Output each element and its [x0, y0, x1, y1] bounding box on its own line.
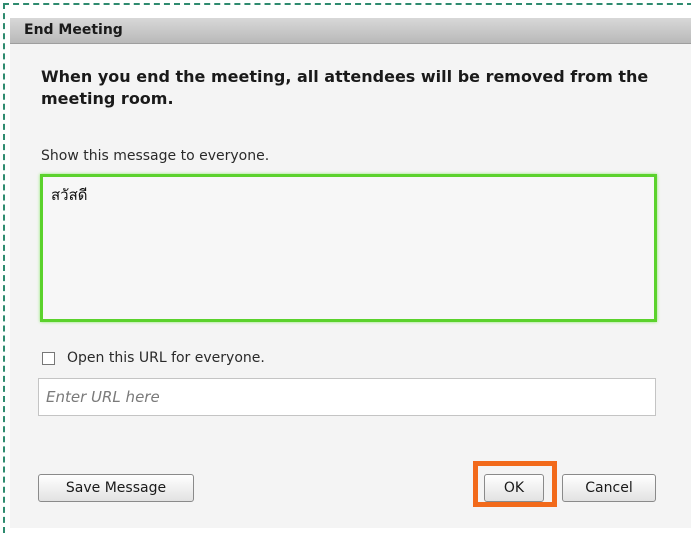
end-meeting-dialog: End Meeting When you end the meeting, al… [10, 18, 691, 528]
save-message-button[interactable]: Save Message [38, 474, 194, 502]
open-url-checkbox[interactable] [42, 352, 55, 365]
message-textarea[interactable]: สวัสดี [40, 174, 657, 322]
message-label: Show this message to everyone. [41, 148, 270, 164]
dialog-title: End Meeting [24, 22, 123, 38]
open-url-label[interactable]: Open this URL for everyone. [67, 350, 265, 366]
warning-text: When you end the meeting, all attendees … [41, 67, 649, 108]
cancel-button[interactable]: Cancel [562, 474, 656, 502]
ok-button[interactable]: OK [484, 474, 544, 502]
dialog-titlebar[interactable]: End Meeting [10, 18, 691, 44]
url-input[interactable] [38, 378, 656, 416]
